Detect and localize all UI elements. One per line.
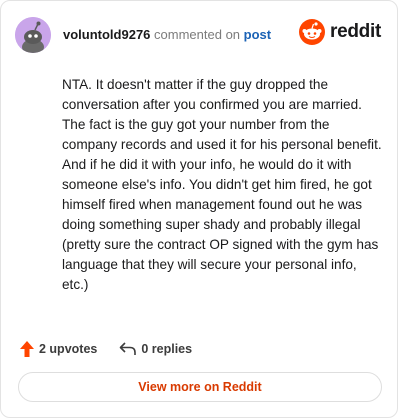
commented-on-text: commented on — [154, 27, 241, 42]
replies-button[interactable]: 0 replies — [119, 341, 192, 357]
upvotes-count: 2 upvotes — [39, 342, 98, 356]
view-more-on-reddit-button[interactable]: View more on Reddit — [18, 372, 382, 402]
byline: voluntold9276 commented on post — [63, 27, 271, 42]
replies-count: 0 replies — [141, 342, 193, 356]
comment-body: NTA. It doesn't matter if the guy droppe… — [62, 77, 382, 292]
username-link[interactable]: voluntold9276 — [63, 27, 150, 42]
reddit-wordmark: reddit — [330, 21, 381, 42]
post-link[interactable]: post — [244, 27, 271, 42]
reply-arrow-icon — [120, 342, 137, 355]
snoo-avatar-icon[interactable] — [15, 17, 51, 53]
reddit-logo-icon — [299, 19, 326, 45]
upvote-button[interactable]: 2 upvotes — [19, 340, 97, 358]
comment-header: voluntold9276 commented on post reddit — [15, 15, 381, 55]
comment-actions: 2 upvotes 0 replies — [19, 339, 214, 359]
upvote-arrow-icon — [20, 341, 34, 357]
reddit-logo[interactable]: reddit — [299, 19, 381, 45]
comment-embed-card: voluntold9276 commented on post reddit N… — [0, 0, 398, 418]
